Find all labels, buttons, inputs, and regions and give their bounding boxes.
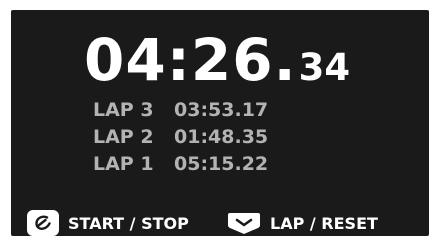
elapsed-time-main: 04:26.: [84, 26, 297, 94]
lap-name: LAP 2: [93, 126, 154, 148]
lap-time: 01:48.35: [174, 126, 269, 148]
lap-time: 03:53.17: [174, 99, 269, 121]
stopwatch-screen: 04:26.34 LAP 3 03:53.17 LAP 2 01:48.35 LAP…: [11, 10, 429, 236]
start-stop-label: START / STOP: [68, 213, 189, 233]
elapsed-time-centiseconds: 34: [298, 46, 351, 89]
lap-list: LAP 3 03:53.17 LAP 2 01:48.35 LAP 1 05:15.2…: [93, 97, 268, 178]
lap-name: LAP 3: [93, 99, 154, 121]
lap-reset-label: LAP / RESET: [270, 213, 378, 233]
lap-name: LAP 1: [93, 153, 154, 175]
lap-row: LAP 2 01:48.35: [93, 124, 268, 151]
start-stop-button[interactable]: START / STOP: [26, 206, 189, 240]
lap-time: 05:15.22: [174, 153, 269, 175]
lap-reset-icon: [226, 211, 262, 235]
lap-row: LAP 3 03:53.17: [93, 97, 268, 124]
lap-row: LAP 1 05:15.22: [93, 151, 268, 178]
lap-reset-button[interactable]: LAP / RESET: [226, 206, 378, 240]
elapsed-time: 04:26.34: [84, 31, 350, 89]
start-stop-icon: [26, 209, 60, 237]
